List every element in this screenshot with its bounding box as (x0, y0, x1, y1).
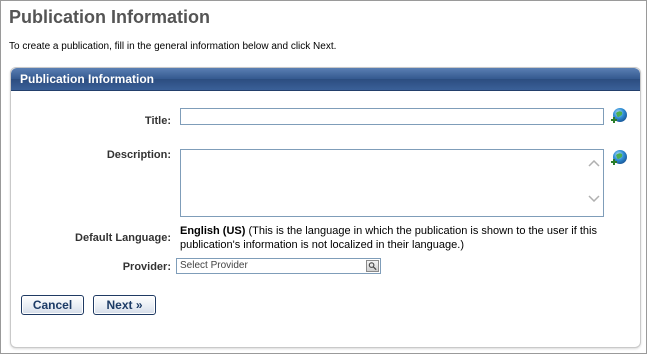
default-language-value: English (US) (180, 225, 246, 237)
globe-plus-icon[interactable] (610, 149, 628, 167)
provider-label: Provider: (122, 261, 171, 273)
title-label: Title: (144, 115, 171, 127)
description-textarea[interactable] (180, 149, 604, 217)
lookup-glyph-icon (368, 262, 377, 271)
provider-select[interactable]: Select Provider (176, 258, 381, 274)
panel-header: Publication Information (11, 68, 640, 91)
description-label: Description: (106, 149, 171, 161)
default-language-label: Default Language: (75, 232, 171, 244)
cancel-button[interactable]: Cancel (21, 295, 84, 315)
next-button[interactable]: Next » (93, 295, 156, 315)
intro-text: To create a publication, fill in the gen… (9, 41, 337, 52)
window-frame: Publication Information To create a publ… (0, 0, 647, 354)
panel-header-title: Publication Information (20, 72, 154, 86)
textarea-scroll-arrows[interactable] (587, 160, 601, 202)
lookup-icon[interactable] (366, 260, 379, 272)
publication-info-panel: Publication Information Title: Descripti… (10, 67, 641, 348)
default-language-text: English (US) (This is the language in wh… (180, 224, 620, 252)
globe-plus-icon[interactable] (610, 107, 628, 125)
provider-placeholder: Select Provider (180, 260, 248, 271)
page-title: Publication Information (9, 7, 210, 27)
title-input[interactable] (180, 108, 604, 125)
